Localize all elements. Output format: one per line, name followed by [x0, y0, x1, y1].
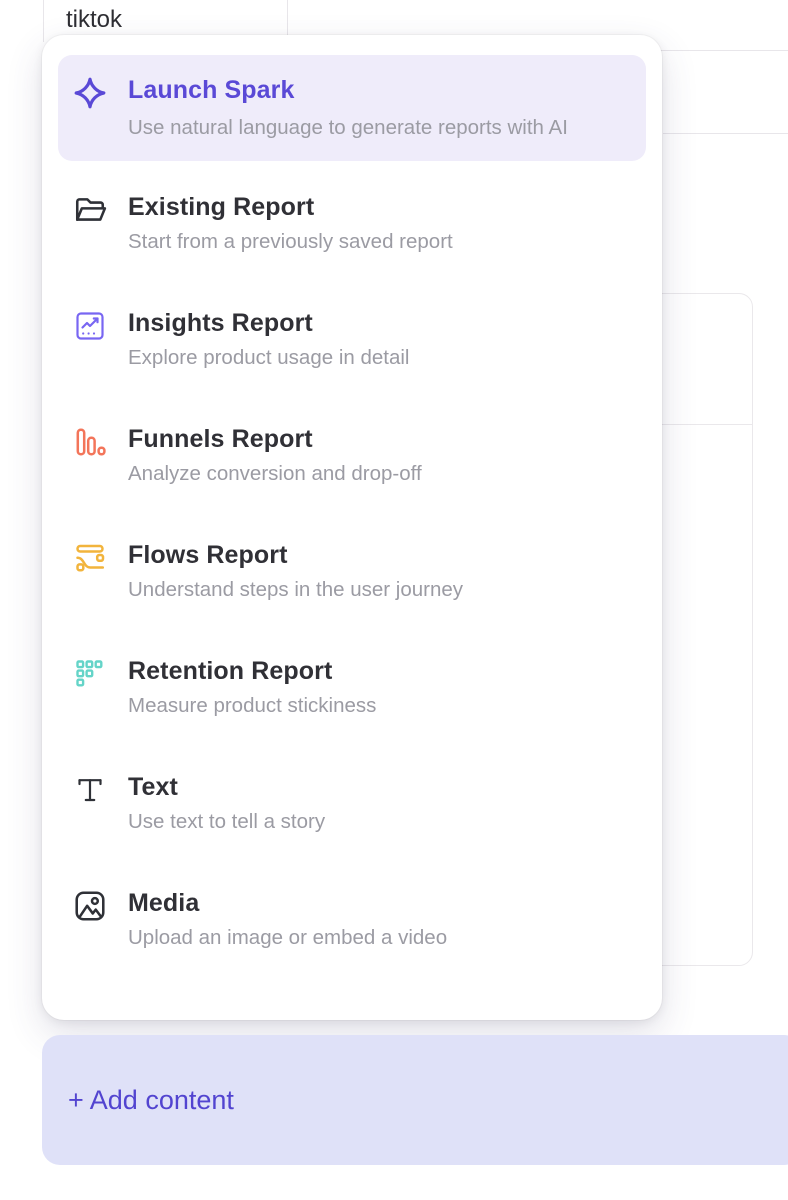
- menu-item-title: Funnels Report: [128, 424, 422, 454]
- menu-item-text: Launch Spark Use natural language to gen…: [128, 75, 568, 143]
- menu-item-title: Launch Spark: [128, 75, 568, 105]
- menu-item-description: Use text to tell a story: [128, 808, 325, 836]
- menu-item-flows-report[interactable]: Flows Report Understand steps in the use…: [58, 526, 646, 618]
- menu-item-text: Retention Report Measure product stickin…: [128, 656, 376, 720]
- media-icon: [72, 888, 108, 924]
- menu-item-funnels-report[interactable]: Funnels Report Analyze conversion and dr…: [58, 410, 646, 502]
- menu-item-description: Analyze conversion and drop-off: [128, 460, 422, 488]
- menu-item-description: Use natural language to generate reports…: [128, 113, 568, 143]
- menu-item-title: Text: [128, 772, 325, 802]
- bar-chart-icon: [72, 424, 108, 460]
- menu-item-text: Media Upload an image or embed a video: [128, 888, 447, 952]
- menu-item-description: Understand steps in the user journey: [128, 576, 463, 604]
- menu-item-text: Insights Report Explore product usage in…: [128, 308, 410, 372]
- menu-item-description: Start from a previously saved report: [128, 228, 453, 256]
- menu-item-retention-report[interactable]: Retention Report Measure product stickin…: [58, 642, 646, 734]
- flow-icon: [72, 540, 108, 576]
- folder-icon: [72, 192, 108, 228]
- cohort-grid-icon: [72, 656, 108, 692]
- menu-item-description: Explore product usage in detail: [128, 344, 410, 372]
- menu-item-media[interactable]: Media Upload an image or embed a video: [58, 874, 646, 966]
- menu-item-text: Existing Report Start from a previously …: [128, 192, 453, 256]
- menu-item-title: Insights Report: [128, 308, 410, 338]
- background-table-vline-left: [43, 0, 44, 42]
- line-chart-icon: [72, 308, 108, 344]
- text-icon: [72, 772, 108, 808]
- menu-item-title: Existing Report: [128, 192, 453, 222]
- menu-item-existing-report[interactable]: Existing Report Start from a previously …: [58, 178, 646, 270]
- menu-item-text: Text Use text to tell a story: [128, 772, 325, 836]
- menu-item-text[interactable]: Text Use text to tell a story: [58, 758, 646, 850]
- spark-icon: [72, 75, 108, 111]
- menu-item-description: Upload an image or embed a video: [128, 924, 447, 952]
- menu-item-text: Flows Report Understand steps in the use…: [128, 540, 463, 604]
- menu-item-title: Retention Report: [128, 656, 376, 686]
- background-table-hline-second: [663, 133, 788, 134]
- menu-item-title: Media: [128, 888, 447, 918]
- menu-item-launch-spark[interactable]: Launch Spark Use natural language to gen…: [58, 55, 646, 161]
- add-content-button[interactable]: + Add content: [42, 1035, 788, 1165]
- background-cell-text: tiktok: [66, 6, 122, 34]
- menu-item-title: Flows Report: [128, 540, 463, 570]
- menu-item-text: Funnels Report Analyze conversion and dr…: [128, 424, 422, 488]
- add-content-label: + Add content: [68, 1085, 234, 1116]
- menu-item-description: Measure product stickiness: [128, 692, 376, 720]
- add-content-menu: Launch Spark Use natural language to gen…: [42, 35, 662, 1020]
- menu-item-insights-report[interactable]: Insights Report Explore product usage in…: [58, 294, 646, 386]
- page: tiktok Launch Spark Use natural language…: [0, 0, 788, 1200]
